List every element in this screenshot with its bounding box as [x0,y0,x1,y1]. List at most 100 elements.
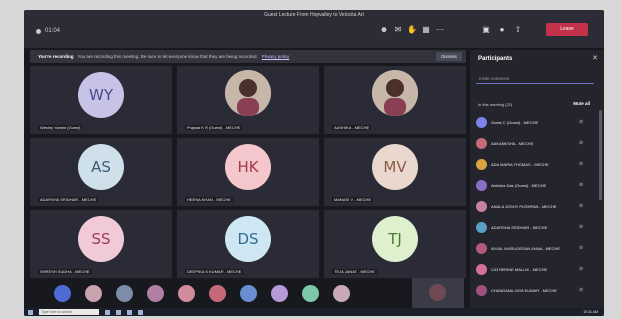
task-view-icon[interactable] [105,309,110,315]
file-explorer-icon[interactable] [127,309,132,315]
avatar [476,221,487,233]
participant-list-item[interactable]: ADA MARIA THOMAS - MECHE ⊘ [476,154,596,174]
video-tile[interactable]: DS DEEPIKA S KUMAR - MECHE [177,210,319,278]
participant-list-item[interactable]: CATHERINE MALLIK - MECHE ⊘ [476,259,596,279]
participant-list-item[interactable]: CHANDANA JAYA KUMAR - MECHE ⊘ [476,280,596,300]
raise-hand-icon[interactable]: ✋ [406,25,418,35]
participant-name: ADARSHA SRIDHAR - MECHE [491,224,548,230]
video-grid: WY Wesley Yamini (Guest) Prajwal K R (Gues… [30,66,466,278]
scrollbar[interactable] [599,110,602,200]
participant-name: Guest C (Guest) - MECHE [491,119,539,125]
participant-name: CATHERINE MALLIK - MECHE [491,266,548,272]
mic-muted-icon: ⊘ [579,119,584,125]
video-tile[interactable]: AS ADARSHA SRIDHAR - MECHE [30,138,172,206]
video-tile[interactable]: WY Wesley Yamini (Guest) [30,66,172,134]
dismiss-button[interactable]: Dismiss [436,52,462,61]
in-meeting-label: In this meeting (22) [478,102,513,107]
mic-muted-icon: ⊘ [579,182,584,188]
initials-avatar: MV [372,144,418,190]
participant-thumbnail[interactable] [85,284,102,302]
video-tile[interactable]: MV MANASI V - MECHE [324,138,466,206]
participant-thumbnail[interactable] [209,284,226,302]
taskbar-clock: 10:31 AM [583,310,598,314]
camera-icon[interactable]: ▣ [480,25,492,35]
participant-photo [372,70,418,116]
avatar [476,200,487,212]
tile-name: MANASI V - MECHE [332,197,374,202]
recording-banner-title: You're recording [38,54,74,59]
chat-icon[interactable]: ✉ [392,25,404,35]
mic-muted-icon: ⊘ [579,287,584,293]
recording-banner-message: You are recording this meeting. Be sure … [77,54,258,59]
more-actions-icon[interactable]: ⋯ [434,25,446,35]
participant-list-item[interactable]: Guest C (Guest) - MECHE ⊘ [476,112,596,132]
mic-muted-icon: ⊘ [579,245,584,251]
privacy-policy-link[interactable]: Privacy policy [262,54,290,59]
participant-thumbnail[interactable] [302,284,319,302]
participant-list-item[interactable]: AVVAL MURUGESAN ANNA - MECHE ⊘ [476,238,596,258]
participant-thumbnail[interactable] [240,284,257,302]
share-screen-icon[interactable]: ⇧ [512,25,524,35]
overflow-participants-row [54,278,404,308]
mic-icon[interactable]: ● [496,25,508,35]
participant-list-item[interactable]: ADARSHA SRIDHAR - MECHE ⊘ [476,217,596,237]
tile-name: AASHIKA - MECHE [332,125,372,130]
avatar [476,158,487,170]
participant-name: ADA MARIA THOMAS - MECHE [491,161,549,167]
participant-thumbnail[interactable] [271,284,288,302]
participant-list-item[interactable]: Abhisha Das (Guest) - MECHE ⊘ [476,175,596,195]
windows-taskbar: Type here to search 10:31 AM [24,308,604,316]
tile-name: Prajwal K R (Guest) - MECHE [185,125,243,130]
participants-panel: Participants ✕ Invite someone In this me… [470,50,604,308]
timer-text: 01:04 [45,28,61,34]
tile-name: SHRESH SUDHA - MECHE [38,269,92,274]
video-tile[interactable]: Prajwal K R (Guest) - MECHE [177,66,319,134]
mic-muted-icon: ⊘ [579,140,584,146]
leave-label: Leave [560,26,574,32]
participant-list-item[interactable]: AAKANKSHA - MECHE ⊘ [476,133,596,153]
participant-name: AVVAL MURUGESAN ANNA - MECHE [491,245,561,251]
tile-name: Wesley Yamini (Guest) [38,125,83,130]
tile-name: ADARSHA SRIDHAR - MECHE [38,197,99,202]
participants-icon[interactable]: ☻ [378,25,390,35]
participant-thumbnail[interactable] [116,284,133,302]
participant-name: AAKANKSHA - MECHE [491,140,534,146]
mute-all-button[interactable]: Mute all [573,101,590,106]
participant-list-item[interactable]: ANALA JOSHY PUSHPAN - MECHE ⊘ [476,196,596,216]
windows-start-icon[interactable] [28,309,33,315]
rooms-icon[interactable]: ▦ [420,25,432,35]
tile-name: DEEPIKA S KUMAR - MECHE [185,269,244,274]
video-tile[interactable]: AASHIKA - MECHE [324,66,466,134]
video-tile[interactable]: TJ TEJA JANAT - MECHE [324,210,466,278]
recording-dot-icon [36,28,41,34]
teams-icon[interactable] [138,309,143,315]
initials-avatar: AS [78,144,124,190]
invite-input[interactable]: Invite someone [476,74,594,84]
participant-thumbnail[interactable] [54,284,71,302]
initials-avatar: HK [225,144,271,190]
mic-muted-icon: ⊘ [579,161,584,167]
meeting-timer: 01:04 [36,28,60,34]
meeting-toolbar: Guest Lecture From Hopvalley to Velocita… [24,10,604,48]
mic-muted-icon: ⊘ [579,266,584,272]
mic-muted-icon: ⊘ [579,203,584,209]
close-icon[interactable]: ✕ [592,54,598,62]
mic-muted-icon: ⊘ [579,224,584,230]
participant-thumbnail[interactable] [333,284,350,302]
self-view[interactable] [412,278,464,308]
edge-icon[interactable] [116,309,121,315]
participant-thumbnail[interactable] [178,284,195,302]
video-tile[interactable]: SS SHRESH SUDHA - MECHE [30,210,172,278]
leave-button[interactable]: Leave [546,23,588,36]
participant-photo [225,70,271,116]
screen: Guest Lecture From Hopvalley to Velocita… [24,10,604,316]
recording-banner: You're recording You are recording this … [30,50,466,63]
initials-avatar: SS [78,216,124,262]
taskbar-search-input[interactable]: Type here to search [39,309,99,315]
avatar [476,137,487,149]
participant-thumbnail[interactable] [147,284,164,302]
avatar [476,242,487,254]
self-view-avatar [429,284,446,301]
video-tile[interactable]: HK HEENA KHAN - MECHE [177,138,319,206]
meeting-title: Guest Lecture From Hopvalley to Velocita… [264,12,364,18]
